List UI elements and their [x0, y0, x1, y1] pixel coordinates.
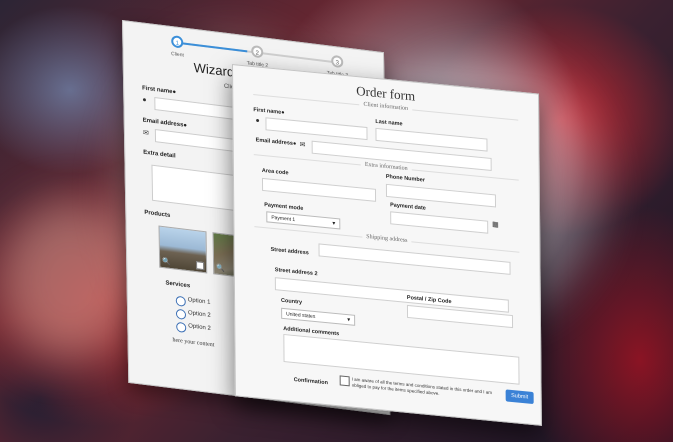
product-checkbox-1[interactable]: [196, 261, 205, 271]
chevron-down-icon: ▼: [346, 317, 352, 324]
service-radio-2[interactable]: [175, 308, 187, 320]
envelope-icon: ✉: [142, 129, 149, 138]
wizard-step-2[interactable]: 2: [251, 44, 264, 59]
street-address-2-input[interactable]: [274, 277, 509, 313]
wizard-progress-fill: [177, 41, 248, 53]
background-glow: [0, 200, 140, 360]
extra-info-section-title: Extra information: [360, 161, 412, 173]
service-option-3-label: Option 2: [188, 323, 211, 332]
wizard-step-1[interactable]: 1: [171, 35, 184, 49]
payment-date-label: Payment date: [390, 202, 426, 212]
payment-mode-value: Payment 1: [271, 214, 296, 224]
services-label: Services: [165, 280, 191, 290]
email-label: Email address●: [255, 137, 297, 148]
service-radio-1[interactable]: [175, 295, 186, 307]
chevron-down-icon: ▼: [331, 220, 337, 228]
country-label: Country: [280, 297, 303, 306]
last-name-label: Last name: [375, 118, 403, 128]
first-name-input[interactable]: [265, 117, 368, 141]
wizard-step-1-label: Client: [171, 51, 184, 59]
country-value: United states: [286, 311, 316, 321]
service-radio-3[interactable]: [176, 321, 187, 333]
user-icon: ●: [142, 96, 147, 105]
country-select[interactable]: United states ▼: [281, 307, 356, 326]
extra-detail-label: Extra detail: [143, 149, 176, 160]
confirmation-label: Confirmation: [293, 376, 328, 387]
product-image-1[interactable]: 🔍: [158, 225, 208, 274]
first-name-label: First name●: [253, 107, 285, 117]
shipping-section-title: Shipping address: [362, 233, 412, 245]
zoom-icon[interactable]: 🔍: [162, 257, 171, 266]
zoom-icon[interactable]: 🔍: [216, 264, 225, 273]
wizard-step-3[interactable]: 3: [331, 54, 344, 69]
payment-mode-label: Payment mode: [264, 202, 304, 212]
street-address-2-label: Street address 2: [274, 267, 318, 278]
area-code-input[interactable]: [261, 177, 377, 202]
comments-textarea[interactable]: [283, 333, 520, 385]
wizard-footer-text: here your content: [172, 337, 215, 349]
order-form-panel: Order form Client information First name…: [232, 64, 542, 426]
calendar-icon[interactable]: ▦: [492, 220, 499, 229]
submit-button[interactable]: Submit: [505, 389, 534, 405]
service-option-2-label: Option 2: [187, 310, 211, 319]
terms-checkbox[interactable]: [339, 375, 350, 387]
products-label: Products: [144, 209, 171, 219]
email-label: Email address●: [142, 117, 188, 130]
phone-label: Phone Number: [385, 173, 425, 184]
envelope-icon: ✉: [299, 141, 306, 150]
payment-date-input[interactable]: [390, 211, 489, 234]
street-address-label: Street address: [270, 246, 309, 257]
service-option-1-label: Option 1: [187, 297, 211, 306]
area-code-label: Area code: [261, 167, 289, 177]
first-name-label: First name●: [142, 85, 177, 96]
user-icon: ●: [255, 117, 260, 125]
